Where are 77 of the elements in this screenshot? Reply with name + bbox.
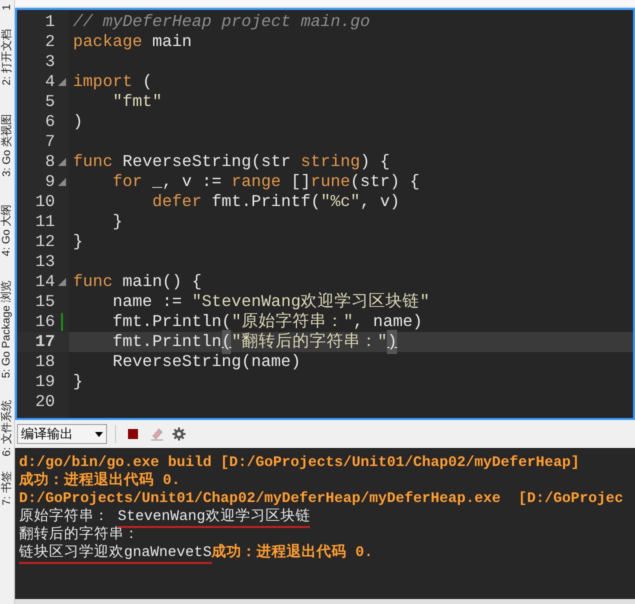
code-token: package <box>73 30 142 53</box>
side-tab[interactable]: 3: Go 类视图 <box>0 114 16 176</box>
line-number: 20 <box>34 390 55 413</box>
code-token: range <box>231 170 281 193</box>
line-number: 9 <box>44 170 55 193</box>
fold-marker-icon[interactable] <box>58 178 66 186</box>
code-token: _, v := <box>151 170 223 193</box>
code-token: name := <box>112 290 183 313</box>
line-number: 6 <box>44 110 55 133</box>
code-token: ) <box>387 330 398 354</box>
line-number: 14 <box>34 270 55 293</box>
output-dropdown[interactable]: 编译输出 <box>17 424 107 444</box>
line-number: 2 <box>44 30 55 53</box>
line-number: 15 <box>34 290 55 313</box>
output-text: StevenWang欢迎学习区块链 <box>118 509 310 528</box>
side-tab[interactable]: 6: 文件系统 <box>0 400 16 456</box>
line-number: 8 <box>44 150 55 173</box>
code-token: for <box>112 170 142 193</box>
code-token: ) <box>73 110 83 133</box>
code-token: main <box>151 30 192 53</box>
line-number: 12 <box>34 230 55 253</box>
code-token: // myDeferHeap project main.go <box>73 10 370 33</box>
line-number: 3 <box>44 50 55 73</box>
code-token: ( <box>222 330 232 354</box>
code-token: main() { <box>122 270 202 293</box>
code-token: "%c" <box>320 190 360 213</box>
line-number: 4 <box>44 70 55 93</box>
side-tab[interactable]: 2: 打开文档 <box>0 28 16 86</box>
line-number: 10 <box>34 190 55 213</box>
line-number: 11 <box>34 210 55 233</box>
output-text: D:/GoProjects/Unit01/Chap02/myDeferHeap/myDeferHeap.exe [D:/GoProjec <box>19 491 624 507</box>
code-token: [] <box>290 170 311 193</box>
code-token: , name) <box>353 310 423 332</box>
code-token: defer <box>151 190 202 213</box>
code-token: } <box>73 230 83 253</box>
output-text: 成功：进程退出代码 0. <box>19 473 180 489</box>
output-text: 成功：进程退出代码 0. <box>212 545 373 561</box>
code-token: "StevenWang欢迎学习区块链" <box>192 290 430 312</box>
fold-marker-icon[interactable] <box>58 78 66 86</box>
line-number: 16 <box>34 310 55 333</box>
eraser-icon[interactable] <box>150 427 164 441</box>
code-token: fmt.Printf( <box>210 190 321 213</box>
code-token: import <box>73 70 132 93</box>
side-tab[interactable]: 5: Go Package 浏览 <box>0 280 16 378</box>
line-number: 7 <box>44 130 55 153</box>
code-token: } <box>73 370 83 393</box>
line-number: 1 <box>44 10 55 33</box>
code-token: (str) { <box>350 170 420 193</box>
code-token: ) { <box>360 150 390 173</box>
output-text: 翻转后的字符串： <box>19 527 139 543</box>
output-text: 链块区习学迎欢gnaWnevetS <box>19 545 212 564</box>
code-token: "原始字符串：" <box>231 310 354 332</box>
code-token: "翻转后的字符串：" <box>231 330 388 353</box>
code-token: string <box>300 150 360 173</box>
fold-marker-icon[interactable] <box>58 278 66 286</box>
side-tab[interactable]: 7: 书签 <box>0 470 16 506</box>
code-token: rune <box>310 170 350 193</box>
code-token: , v) <box>360 190 400 213</box>
line-number: 5 <box>44 90 55 113</box>
line-number: 19 <box>34 370 55 393</box>
side-tab[interactable]: 1 <box>0 4 16 10</box>
caret-icon <box>95 432 103 436</box>
line-number: 17 <box>34 330 55 353</box>
code-token: } <box>112 210 123 233</box>
side-tab[interactable]: 4: Go 大纲 <box>0 204 16 256</box>
settings-icon[interactable] <box>172 427 186 441</box>
fold-marker-icon[interactable] <box>58 158 66 166</box>
code-token: func <box>73 150 113 173</box>
output-text: d:/go/bin/go.exe build [D:/GoProjects/Unit01/Chap02/myDeferHeap] <box>19 455 580 471</box>
line-number: 18 <box>34 350 55 373</box>
code-token: "fmt" <box>112 90 162 113</box>
code-token: ReverseString(str <box>122 150 292 173</box>
code-token: func <box>73 270 113 293</box>
code-token: ( <box>141 70 152 93</box>
code-token: fmt.Println <box>112 330 222 353</box>
output-text: 原始字符串： <box>19 509 110 525</box>
line-number: 13 <box>34 250 55 273</box>
